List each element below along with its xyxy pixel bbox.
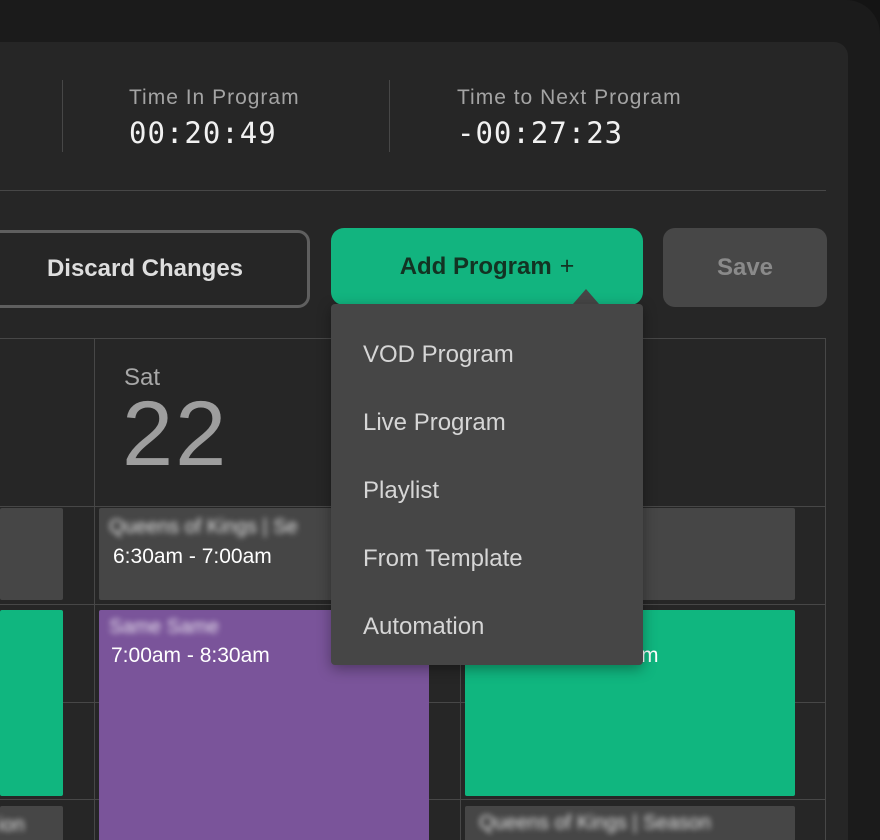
stat-divider	[62, 80, 63, 152]
save-button[interactable]: Save	[663, 228, 827, 307]
app-window: Time In Program 00:20:49 Time to Next Pr…	[0, 0, 880, 840]
menu-item-playlist[interactable]: Playlist	[363, 477, 439, 505]
calendar-grid-line	[94, 338, 95, 840]
add-program-menu: VOD Program Live Program Playlist From T…	[331, 304, 643, 665]
menu-item-from-template[interactable]: From Template	[363, 545, 523, 573]
time-in-program-value: 00:20:49	[129, 116, 277, 150]
time-in-program-label: Time In Program	[129, 86, 300, 109]
program-title: Queens of Kings | Season	[479, 812, 712, 834]
day-number: 22	[122, 383, 229, 485]
menu-item-automation[interactable]: Automation	[363, 613, 484, 641]
header-divider	[0, 190, 826, 191]
program-time: m	[641, 644, 659, 667]
stat-divider	[389, 80, 390, 152]
program-time: 7:00am - 8:30am	[111, 644, 270, 667]
add-program-label: Add Program	[399, 252, 552, 280]
program-block[interactable]: ion	[0, 806, 63, 840]
plus-icon: +	[559, 252, 575, 280]
time-to-next-program-value: -00:27:23	[457, 116, 624, 150]
program-block[interactable]	[0, 610, 63, 796]
save-label: Save	[716, 253, 774, 281]
discard-changes-label: Discard Changes	[46, 255, 244, 282]
discard-changes-button[interactable]: Discard Changes	[0, 230, 310, 308]
program-title: Same Same	[109, 616, 220, 638]
program-block[interactable]: Queens of Kings | Season	[465, 806, 795, 840]
time-to-next-program-label: Time to Next Program	[457, 86, 682, 109]
calendar-grid-line	[825, 338, 826, 840]
menu-item-live-program[interactable]: Live Program	[363, 409, 506, 437]
menu-pointer	[573, 289, 599, 304]
program-title: Queens of Kings | Se	[109, 516, 298, 538]
menu-item-vod-program[interactable]: VOD Program	[363, 341, 514, 369]
program-block[interactable]	[0, 508, 63, 600]
program-title: ion	[0, 814, 25, 836]
program-time: 6:30am - 7:00am	[113, 545, 272, 568]
